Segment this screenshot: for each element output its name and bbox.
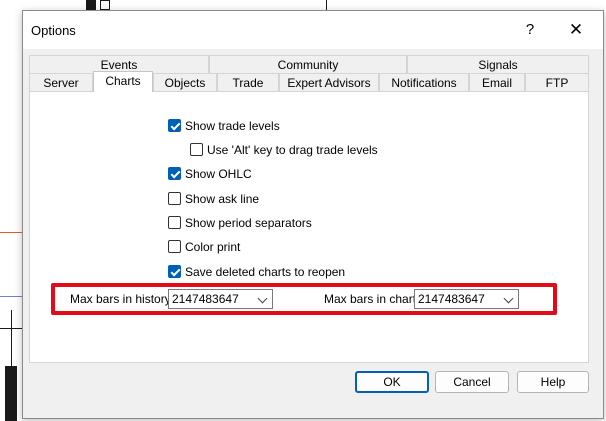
checkbox[interactable]: [168, 119, 181, 132]
checkbox[interactable]: [168, 167, 181, 180]
checkbox[interactable]: [168, 216, 181, 229]
tab-notifications[interactable]: Notifications: [379, 73, 469, 91]
help-icon[interactable]: ?: [517, 17, 543, 43]
options-dialog: Options ? ✕ Events Community Signals Ser…: [22, 10, 604, 419]
title-bar: Options ? ✕: [23, 11, 603, 49]
chart-candle: [5, 366, 17, 421]
chart-grid-line: [0, 328, 22, 329]
tab-objects[interactable]: Objects: [153, 73, 217, 91]
dialog-title: Options: [31, 23, 76, 38]
checkbox-label: Show ask line: [185, 192, 260, 206]
tab-community[interactable]: Community: [209, 55, 407, 73]
checkbox-label: Show trade levels: [185, 119, 280, 133]
checkbox[interactable]: [190, 143, 203, 156]
tab-server[interactable]: Server: [29, 73, 93, 91]
chart-candle: [100, 0, 110, 10]
highlight-box: [51, 283, 557, 315]
tab-signals[interactable]: Signals: [407, 55, 589, 73]
checkbox-label: Show OHLC: [185, 167, 252, 181]
tab-email[interactable]: Email: [469, 73, 525, 91]
cancel-button[interactable]: Cancel: [435, 371, 509, 393]
chart-level-line: [0, 296, 22, 297]
charts-tab-panel: Show trade levels Use 'Alt' key to drag …: [29, 91, 589, 363]
checkbox-label: Show period separators: [185, 216, 312, 230]
close-icon[interactable]: ✕: [563, 17, 589, 43]
tab-charts[interactable]: Charts: [93, 71, 153, 92]
ok-button[interactable]: OK: [355, 371, 429, 393]
checkbox[interactable]: [168, 265, 181, 278]
checkbox-label: Use 'Alt' key to drag trade levels: [207, 143, 378, 157]
chart-candle: [86, 0, 96, 10]
tab-expert-advisors[interactable]: Expert Advisors: [279, 73, 379, 91]
tab-ftp[interactable]: FTP: [525, 73, 589, 91]
checkbox-label: Color print: [185, 240, 241, 254]
checkbox-label: Save deleted charts to reopen: [185, 265, 346, 279]
chart-level-line: [0, 232, 22, 233]
tab-trade[interactable]: Trade: [217, 73, 279, 91]
help-button[interactable]: Help: [517, 371, 589, 393]
checkbox[interactable]: [168, 192, 181, 205]
chart-grid-line: [326, 0, 327, 10]
checkbox[interactable]: [168, 240, 181, 253]
